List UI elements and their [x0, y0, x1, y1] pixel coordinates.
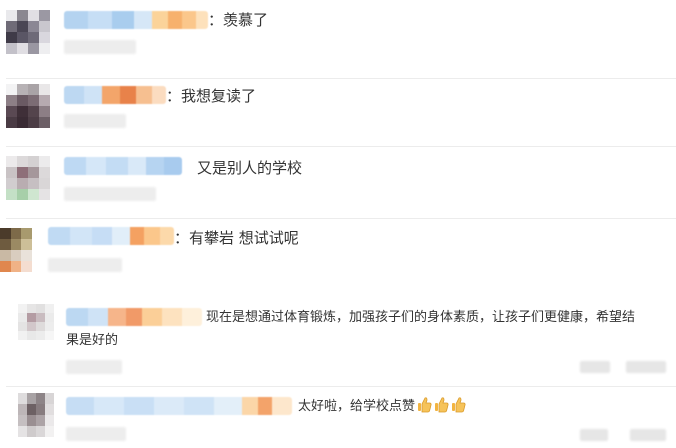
comment-item: 又是别人的学校 [0, 147, 676, 219]
comment-timestamp [64, 40, 136, 54]
avatar[interactable] [18, 304, 54, 340]
thumbs-up-icon [432, 397, 449, 414]
comment-text: 太好啦，给学校点赞 [298, 395, 466, 418]
comment-item: 现在是想通过体育锻炼，加强孩子们的身体素质，让孩子们更健康，希望结 果是好的 [0, 284, 676, 376]
thumbs-up-icon [449, 397, 466, 414]
comment-text: 现在是想通过体育锻炼，加强孩子们的身体素质，让孩子们更健康，希望结 果是好的 [66, 306, 666, 352]
comment-timestamp [66, 360, 122, 374]
avatar[interactable] [0, 228, 32, 272]
comment-text-line-2: 果是好的 [66, 333, 119, 348]
avatar[interactable] [6, 84, 50, 128]
comment-item: ：羡慕了 [0, 0, 676, 78]
comment-text: ：我想复读了 [166, 87, 257, 105]
reply-action[interactable] [580, 361, 610, 373]
comment-item: ：我想复读了 [0, 79, 676, 147]
comment-timestamp [66, 427, 126, 441]
username[interactable] [64, 11, 208, 29]
avatar[interactable] [6, 156, 50, 200]
comment-text-body: 太好啦，给学校点赞 [298, 399, 416, 414]
username[interactable] [66, 397, 292, 415]
like-action[interactable] [630, 429, 666, 441]
comment-text: ：有攀岩 想试试呢 [174, 229, 299, 247]
avatar[interactable] [6, 10, 50, 54]
comment-item: ：有攀岩 想试试呢 [0, 219, 676, 283]
username[interactable] [64, 86, 166, 104]
avatar[interactable] [18, 393, 54, 437]
thumbs-up-icon [415, 397, 432, 414]
comment-text: ：羡慕了 [208, 11, 269, 29]
username[interactable] [64, 157, 182, 175]
comment-text-line-1: 现在是想通过体育锻炼，加强孩子们的身体素质，让孩子们更健康，希望结 [206, 310, 636, 325]
like-action[interactable] [626, 361, 666, 373]
comment-item: 太好啦，给学校点赞 [0, 387, 676, 448]
username[interactable] [48, 227, 174, 245]
comment-timestamp [64, 114, 126, 128]
comment-text: 又是别人的学校 [197, 159, 303, 177]
comment-timestamp [64, 187, 156, 201]
reply-action[interactable] [580, 429, 608, 441]
comment-timestamp [48, 258, 122, 272]
